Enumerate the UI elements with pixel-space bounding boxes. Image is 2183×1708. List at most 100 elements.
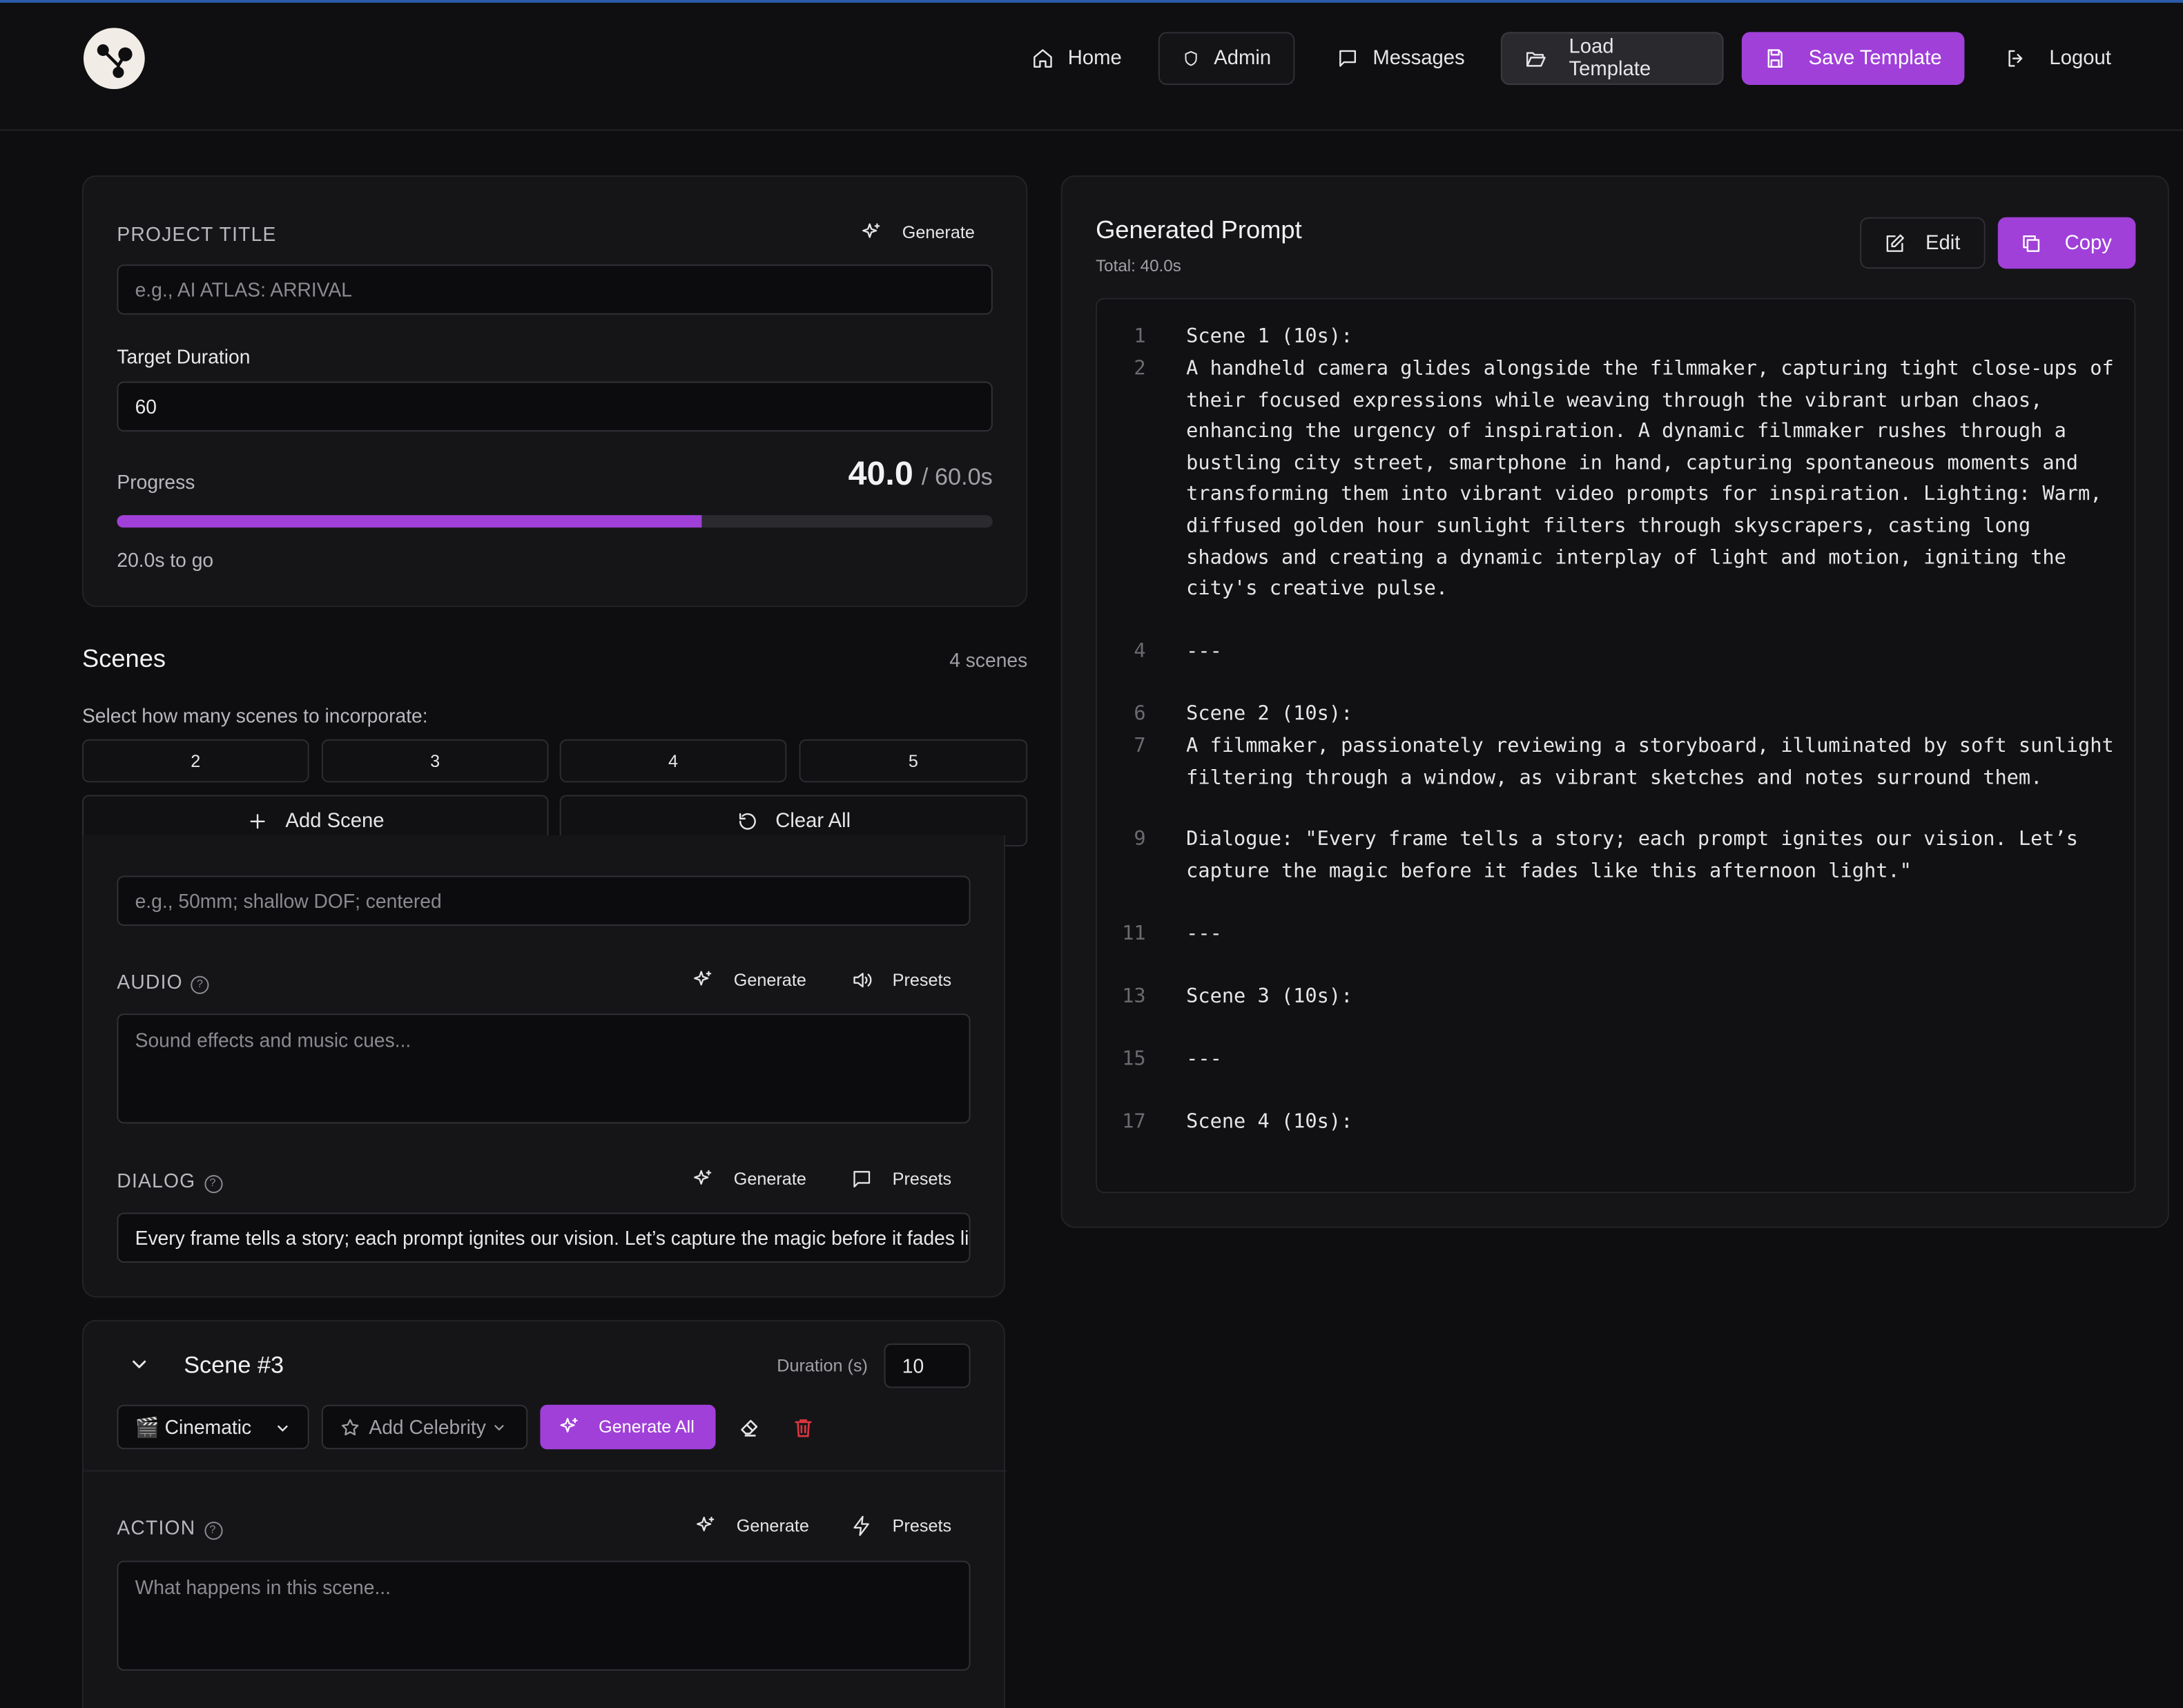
audio-generate-button[interactable]: Generate [692,969,806,991]
line-number: 13 [1104,982,1145,1013]
line-text: --- [1186,1044,2122,1076]
nav-messages-button[interactable]: Messages [1314,32,1487,85]
generated-prompt-title: Generated Prompt [1096,216,1302,245]
style-select-value: 🎬 Cinematic [135,1415,252,1439]
project-card: PROJECT TITLE Generate e.g., AI ATLAS: A… [82,175,1027,607]
message-icon [1337,48,1359,70]
action-presets-label: Presets [893,1516,951,1535]
scene-3-duration-input[interactable]: 10 [884,1343,971,1388]
dialog-presets-button[interactable]: Presets [851,1168,951,1190]
audio-textarea[interactable]: Sound effects and music cues... [117,1013,970,1123]
app-logo[interactable] [82,26,146,90]
copy-button[interactable]: Copy [1998,217,2136,269]
edit-label: Edit [1925,232,1960,254]
line-number: 15 [1104,1044,1145,1076]
sparkles-icon [692,1168,714,1190]
save-icon [1764,48,1786,70]
nav-messages-label: Messages [1372,48,1464,70]
volume-icon [851,969,873,991]
folder-open-icon [1524,48,1546,70]
scene-2-card: e.g., 50mm; shallow DOF; centered AUDIO?… [82,835,1005,1298]
target-duration-input[interactable]: 60 [117,382,992,432]
load-template-label: Load Template [1569,36,1700,81]
dialog-generate-button[interactable]: Generate [692,1168,806,1190]
nav-home-label: Home [1068,48,1122,70]
dialog-presets-label: Presets [893,1170,951,1189]
dialog-input[interactable]: Every frame tells a story; each prompt i… [117,1212,970,1263]
logout-label: Logout [2049,48,2111,70]
line-number: 4 [1104,637,1145,668]
chevron-down-icon [492,1420,507,1435]
project-title-input[interactable]: e.g., AI ATLAS: ARRIVAL [117,264,992,315]
nav-admin-button[interactable]: Admin [1158,32,1295,85]
action-generate-label: Generate [737,1516,809,1535]
action-presets-button[interactable]: Presets [851,1515,951,1537]
chevron-down-icon[interactable] [128,1353,151,1375]
generated-prompt-total: Total: 40.0s [1096,256,1181,275]
action-generate-button[interactable]: Generate [695,1515,809,1537]
generate-all-label: Generate All [599,1417,695,1437]
progress-remaining: 20.0s to go [117,549,213,571]
scene-count-3-button[interactable]: 3 [322,739,549,783]
scene-count-5-button[interactable]: 5 [799,739,1028,783]
star-icon [340,1417,360,1437]
action-label-text: ACTION [117,1516,195,1538]
progress-bar [117,515,992,527]
line-text: Scene 1 (10s): [1186,322,2122,353]
sparkles-icon [860,222,882,244]
help-icon[interactable]: ? [204,1522,222,1540]
zap-icon [851,1515,873,1537]
save-template-label: Save Template [1809,48,1942,70]
trash-icon[interactable] [792,1416,814,1446]
generate-title-button[interactable]: Generate [860,222,975,244]
line-number: 9 [1104,824,1145,856]
edit-icon [1883,232,1905,254]
action-textarea[interactable]: What happens in this scene... [117,1561,970,1671]
audio-label: AUDIO? [117,971,209,994]
logout-icon [2005,48,2027,70]
home-icon [1031,48,1054,70]
progress-total: / 60.0s [922,464,993,492]
generate-all-button[interactable]: Generate All [540,1405,715,1450]
style-select[interactable]: 🎬 Cinematic [117,1405,309,1450]
help-icon[interactable]: ? [191,976,209,994]
edit-button[interactable]: Edit [1860,217,1985,269]
progress-current: 40.0 [848,455,913,494]
line-text: Scene 2 (10s): [1186,699,2122,730]
load-template-button[interactable]: Load Template [1501,32,1724,85]
nav-home-button[interactable]: Home [1009,32,1144,85]
scene-count-2-button[interactable]: 2 [82,739,309,783]
audio-presets-label: Presets [893,971,951,990]
scene-3-card: Scene #3 Duration (s) 10 🎬 Cinematic Add… [82,1320,1005,1708]
add-celebrity-select[interactable]: Add Celebrity [322,1405,527,1450]
line-number: 6 [1104,699,1145,730]
generate-title-label: Generate [902,223,975,242]
sparkles-icon [692,969,714,991]
help-icon[interactable]: ? [204,1175,222,1193]
progress-label: Progress [117,471,195,493]
eraser-icon[interactable] [738,1416,761,1446]
divider [84,1471,1007,1472]
line-text: Scene 3 (10s): [1186,982,2122,1013]
scene-count-4-button[interactable]: 4 [560,739,787,783]
message-icon [851,1168,873,1190]
line-text: --- [1186,637,2122,668]
target-duration-label: Target Duration [117,345,250,367]
line-number: 1 [1104,322,1145,353]
logout-button[interactable]: Logout [1983,32,2134,85]
dialog-label-text: DIALOG [117,1170,195,1192]
prompt-code-editor[interactable]: 1 Scene 1 (10s): 2 A handheld camera gli… [1096,298,2135,1194]
dialog-label: DIALOG? [117,1170,222,1193]
camera-input[interactable]: e.g., 50mm; shallow DOF; centered [117,875,970,926]
chevron-down-icon [274,1420,291,1437]
line-text: Scene 4 (10s): [1186,1107,2122,1138]
audio-presets-button[interactable]: Presets [851,969,951,991]
add-scene-label: Add Scene [285,810,384,832]
header: Home Admin Messages Load Template Save T… [0,3,2183,131]
save-template-button[interactable]: Save Template [1742,32,1965,85]
line-number: 17 [1104,1107,1145,1138]
dialog-generate-label: Generate [734,1170,806,1189]
line-number: 2 [1104,353,1145,385]
audio-label-text: AUDIO [117,971,182,993]
plus-icon [246,810,269,832]
